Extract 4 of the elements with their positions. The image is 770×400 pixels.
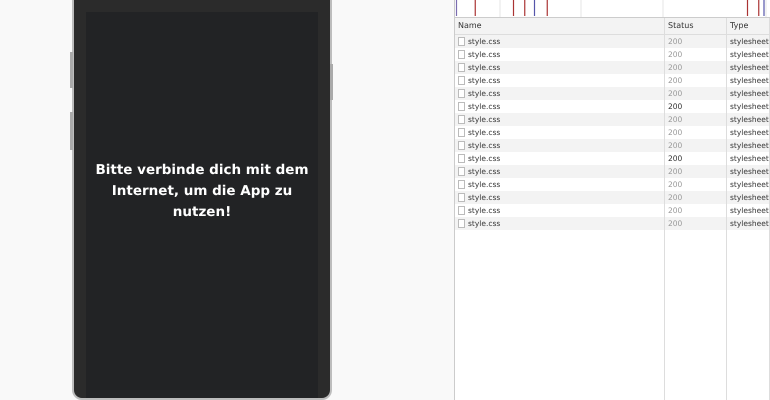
column-header[interactable]: Name — [455, 18, 665, 35]
column-header[interactable]: Status — [665, 18, 727, 35]
column-header[interactable]: Type — [727, 18, 770, 35]
offline-message: Bitte verbinde dich mit dem Internet, um die App zu nutzen! — [94, 160, 310, 222]
